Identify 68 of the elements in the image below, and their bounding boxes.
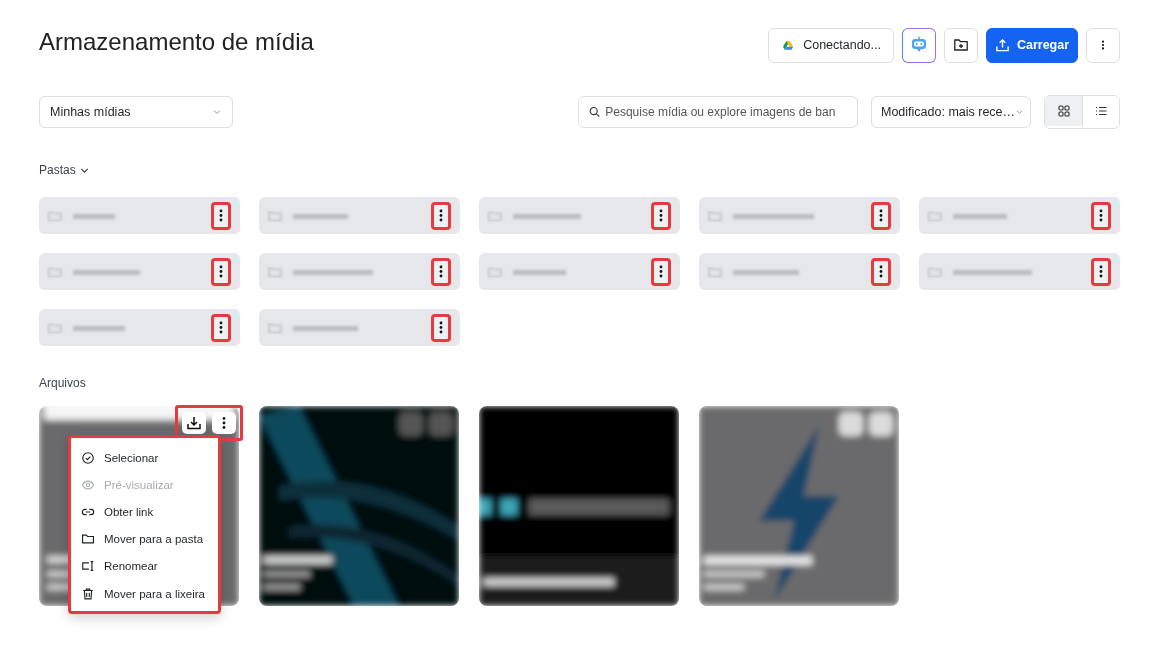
text-cursor-icon (81, 559, 95, 574)
more-button[interactable] (431, 201, 451, 230)
folder-card[interactable] (259, 253, 460, 290)
grid-icon (1057, 105, 1070, 117)
more-button[interactable] (1091, 201, 1111, 230)
download-icon (186, 415, 202, 431)
download-button[interactable] (182, 412, 206, 434)
more-button[interactable] (211, 257, 231, 286)
folder-card[interactable] (39, 253, 240, 290)
more-icon (219, 321, 223, 334)
search-icon (589, 106, 601, 118)
folder-card[interactable] (919, 197, 1120, 234)
list-view-button[interactable] (1082, 96, 1119, 126)
chevron-down-icon (1015, 107, 1024, 117)
more-icon (1099, 265, 1103, 278)
folder-card[interactable] (699, 197, 900, 234)
folder-card[interactable] (39, 197, 240, 234)
section-label: Arquivos (39, 376, 86, 390)
folder-card[interactable] (479, 253, 680, 290)
grid-view-button[interactable] (1045, 96, 1082, 126)
more-button[interactable] (212, 412, 236, 434)
more-button[interactable] (211, 313, 231, 342)
chevron-down-icon (212, 107, 222, 117)
more-button[interactable] (431, 313, 451, 342)
more-icon (879, 209, 883, 222)
page-title: Armazenamento de mídia (39, 28, 314, 56)
menu-item[interactable]: Mover para a pasta (71, 525, 218, 553)
more-button[interactable] (871, 257, 891, 286)
folder-card[interactable] (919, 253, 1120, 290)
menu-item[interactable]: Mover para a lixeira (71, 579, 218, 608)
assistant-button[interactable] (902, 27, 936, 63)
folder-icon (81, 532, 95, 547)
more-icon (219, 209, 223, 222)
more-button[interactable] (1091, 257, 1111, 286)
more-button[interactable] (211, 201, 231, 230)
folder-card[interactable] (699, 253, 900, 290)
more-icon (879, 265, 883, 278)
more-button[interactable] (431, 257, 451, 286)
folder-card[interactable] (39, 309, 240, 346)
folder-plus-icon (953, 37, 969, 53)
more-icon (659, 209, 663, 222)
section-label: Pastas (39, 163, 76, 177)
upload-button[interactable]: Carregar (986, 27, 1078, 63)
list-icon (1095, 105, 1107, 117)
more-icon (439, 265, 443, 278)
sort-dropdown[interactable]: Modificado: mais rece… (871, 96, 1031, 128)
check-circle-icon (81, 450, 95, 465)
more-button[interactable] (871, 201, 891, 230)
more-button[interactable] (651, 257, 671, 286)
more-icon (659, 265, 663, 278)
trash-icon (81, 586, 95, 601)
folder-card[interactable] (479, 197, 680, 234)
search-field[interactable]: Pesquise mídia ou explore imagens de ban (578, 96, 858, 128)
more-icon (439, 321, 443, 334)
eye-icon (81, 477, 95, 492)
menu-item[interactable]: Obter link (71, 498, 218, 526)
folder-card[interactable] (259, 309, 460, 346)
upload-icon (994, 37, 1010, 53)
new-folder-button[interactable] (944, 27, 978, 63)
menu-item[interactable]: Renomear (71, 552, 218, 580)
scope-dropdown[interactable]: Minhas mídias (39, 96, 233, 128)
more-icon (439, 209, 443, 222)
drive-connect-button[interactable]: Conectando... (768, 27, 894, 63)
folder-card[interactable] (259, 197, 460, 234)
menu-item[interactable]: Selecionar (71, 444, 218, 472)
more-icon (219, 265, 223, 278)
more-icon (1099, 209, 1103, 222)
more-button[interactable] (651, 201, 671, 230)
